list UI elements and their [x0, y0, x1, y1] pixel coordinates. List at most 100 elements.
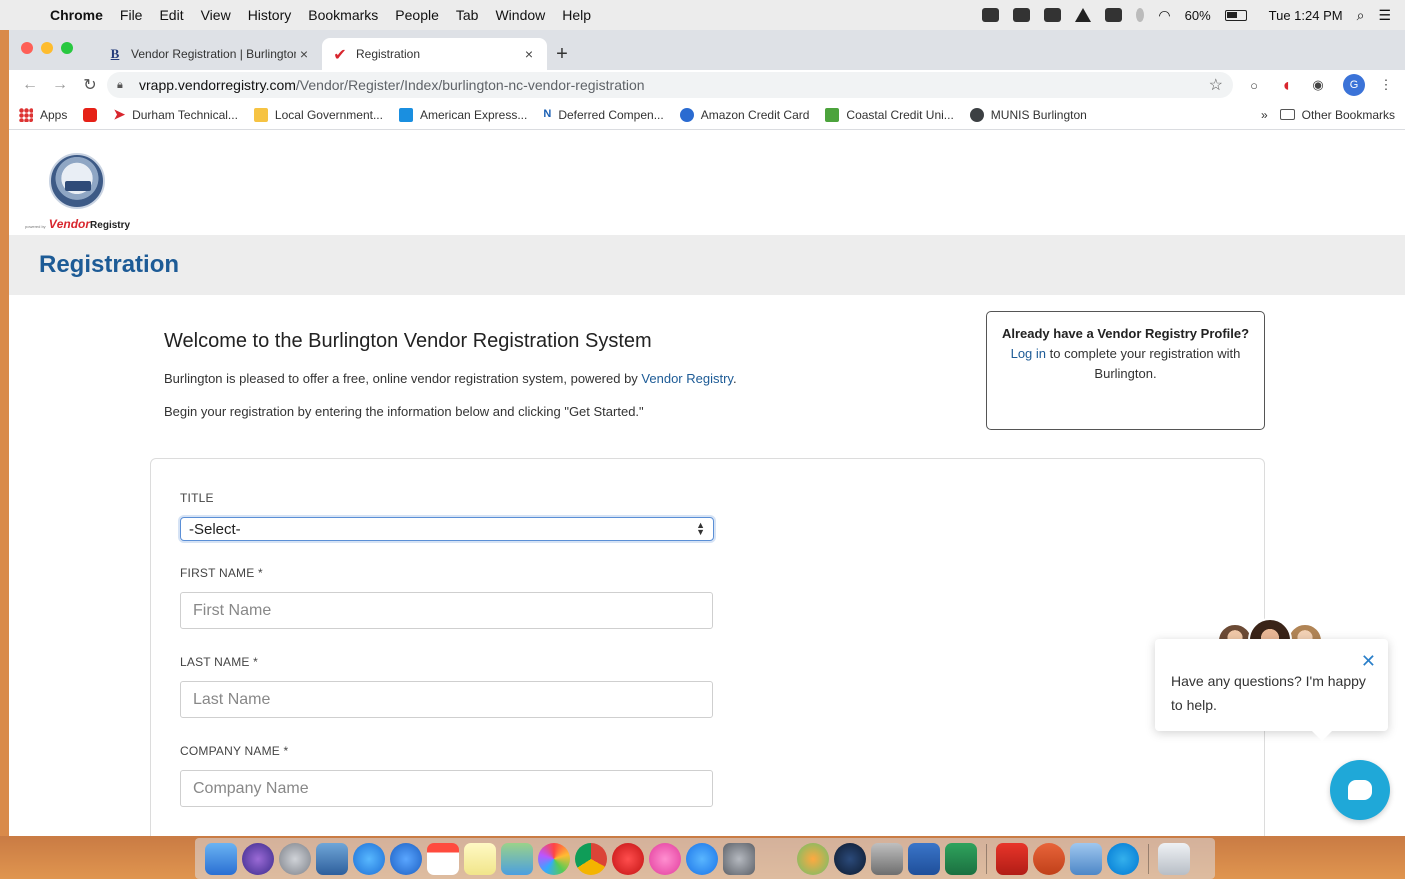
- extension-red-icon[interactable]: ◖: [1275, 74, 1297, 96]
- battery-icon[interactable]: [1224, 9, 1247, 21]
- lock-icon[interactable]: 🔒︎: [117, 79, 131, 92]
- launchpad-icon[interactable]: [279, 842, 311, 875]
- bookmark-coastal-credit-union[interactable]: Coastal Credit Uni...: [825, 107, 954, 122]
- system-preferences-icon[interactable]: [723, 842, 755, 875]
- image-capture-icon[interactable]: [1070, 842, 1102, 875]
- brand-endor: endor: [56, 217, 91, 231]
- url-text[interactable]: vrapp.vendorregistry.com/Vendor/Register…: [139, 77, 1209, 93]
- teams-icon[interactable]: [797, 842, 829, 875]
- menu-people[interactable]: People: [395, 7, 439, 23]
- log-in-link[interactable]: Log in: [1011, 346, 1046, 361]
- menu-app-name[interactable]: Chrome: [50, 7, 103, 23]
- chat-popup[interactable]: ✕ Have any questions? I'm happy to help.: [1155, 639, 1388, 741]
- menu-bookmarks[interactable]: Bookmarks: [308, 7, 378, 23]
- close-tab-icon[interactable]: ×: [521, 46, 537, 62]
- menu-edit[interactable]: Edit: [159, 7, 183, 23]
- coastal-icon: [825, 107, 840, 122]
- airplay-icon[interactable]: [1105, 8, 1123, 22]
- company-name-input[interactable]: Company Name: [180, 770, 713, 807]
- tab-vendor-registration-burlington[interactable]: B Vendor Registration | Burlington ×: [97, 38, 322, 70]
- forward-arrow-icon[interactable]: →: [47, 72, 73, 98]
- chat-message: Have any questions? I'm happy to help.: [1171, 673, 1366, 713]
- dropbox-icon[interactable]: [1044, 8, 1062, 22]
- bookmark-amazon-credit-card[interactable]: Amazon Credit Card: [679, 107, 809, 122]
- profile-avatar[interactable]: G: [1343, 74, 1365, 96]
- battery-percent[interactable]: 60%: [1185, 8, 1211, 23]
- finder-icon[interactable]: [205, 842, 237, 875]
- bookmark-durham-technical[interactable]: ➤ Durham Technical...: [113, 106, 238, 123]
- news-icon[interactable]: [612, 842, 644, 875]
- bookmark-american-express[interactable]: American Express...: [398, 107, 527, 122]
- bookmark-apps[interactable]: Apps: [19, 107, 67, 122]
- photos-icon[interactable]: [538, 842, 570, 875]
- instructions-text: Begin your registration by entering the …: [164, 404, 644, 419]
- powerpoint-icon[interactable]: [1033, 842, 1065, 875]
- other-bookmarks[interactable]: Other Bookmarks: [1279, 107, 1395, 122]
- title-select[interactable]: -Select- ▲ ▼: [180, 517, 714, 541]
- bookmark-deferred-compensation[interactable]: N Deferred Compen...: [543, 108, 663, 122]
- address-bar[interactable]: 🔒︎ vrapp.vendorregistry.com/Vendor/Regis…: [107, 72, 1233, 98]
- ccleaner-icon[interactable]: [760, 843, 792, 875]
- new-tab-button[interactable]: +: [547, 38, 577, 70]
- malwarebytes-icon[interactable]: [982, 8, 1000, 22]
- word-icon[interactable]: [908, 842, 940, 875]
- apps-grid-icon: [19, 107, 33, 122]
- chat-launcher-button[interactable]: [1330, 760, 1390, 820]
- globe-icon: [969, 107, 984, 122]
- steam-icon[interactable]: [834, 842, 866, 875]
- other-bookmarks-label: Other Bookmarks: [1301, 107, 1395, 122]
- skype-icon[interactable]: [1107, 842, 1139, 875]
- bookmarks-overflow-icon[interactable]: »: [1261, 108, 1268, 122]
- zoom-window-button[interactable]: [61, 42, 73, 54]
- close-window-button[interactable]: [21, 42, 33, 54]
- notification-center-icon[interactable]: ☰: [1378, 7, 1391, 24]
- bluetooth-icon[interactable]: [1136, 8, 1145, 22]
- menu-window[interactable]: Window: [495, 7, 545, 23]
- trash-icon[interactable]: [1158, 842, 1190, 875]
- bookmark-star-icon[interactable]: ☆: [1209, 75, 1223, 95]
- drive-icon[interactable]: [1075, 8, 1092, 22]
- siri-icon[interactable]: [242, 842, 274, 875]
- back-arrow-icon[interactable]: ←: [17, 72, 43, 98]
- close-tab-icon[interactable]: ×: [296, 46, 312, 62]
- last-name-input[interactable]: Last Name: [180, 681, 713, 718]
- calendar-status-icon[interactable]: [1013, 8, 1031, 22]
- menu-help[interactable]: Help: [562, 7, 591, 23]
- mac-dock: [195, 838, 1215, 879]
- vendor-registry-link[interactable]: Vendor Registry: [641, 371, 733, 386]
- first-name-input[interactable]: First Name: [180, 592, 713, 629]
- minimize-window-button[interactable]: [41, 42, 53, 54]
- close-chat-icon[interactable]: ✕: [1361, 649, 1376, 673]
- bookmark-youtube[interactable]: [83, 107, 98, 122]
- itunes-icon[interactable]: [649, 842, 681, 875]
- menu-history[interactable]: History: [248, 7, 292, 23]
- site-header: powered by Vendor Registry: [9, 135, 1405, 235]
- preview-icon[interactable]: [316, 842, 348, 875]
- maps-icon[interactable]: [501, 842, 533, 875]
- notes-icon[interactable]: [464, 842, 496, 875]
- wifi-icon[interactable]: ◠: [1158, 7, 1170, 24]
- script-editor-icon[interactable]: [871, 842, 903, 875]
- bookmark-local-government[interactable]: Local Government...: [253, 107, 383, 122]
- excel-icon[interactable]: [945, 842, 977, 875]
- bookmark-munis-burlington[interactable]: MUNIS Burlington: [969, 107, 1087, 122]
- spotlight-icon[interactable]: ⌕: [1357, 7, 1365, 24]
- tab-registration[interactable]: ✔ Registration ×: [322, 38, 547, 70]
- safari-icon[interactable]: [353, 842, 385, 875]
- burlington-seal-logo[interactable]: [49, 153, 105, 209]
- reload-icon[interactable]: ↻: [77, 72, 103, 98]
- menu-file[interactable]: File: [120, 7, 143, 23]
- mail-icon[interactable]: [390, 842, 422, 875]
- chrome-menu-icon[interactable]: ⋮: [1375, 74, 1397, 96]
- calendar-icon[interactable]: [427, 842, 459, 875]
- app-store-icon[interactable]: [686, 842, 718, 875]
- acrobat-icon[interactable]: [996, 842, 1028, 875]
- tab-title: Registration: [356, 47, 421, 61]
- clock[interactable]: Tue 1:24 PM: [1269, 8, 1343, 23]
- menu-view[interactable]: View: [201, 7, 231, 23]
- chrome-icon[interactable]: [575, 842, 607, 875]
- extension-eye-icon[interactable]: ◉: [1307, 74, 1329, 96]
- extension-circle-icon[interactable]: ○: [1243, 74, 1265, 96]
- menu-tab[interactable]: Tab: [456, 7, 479, 23]
- bookmark-label: Durham Technical...: [132, 107, 238, 122]
